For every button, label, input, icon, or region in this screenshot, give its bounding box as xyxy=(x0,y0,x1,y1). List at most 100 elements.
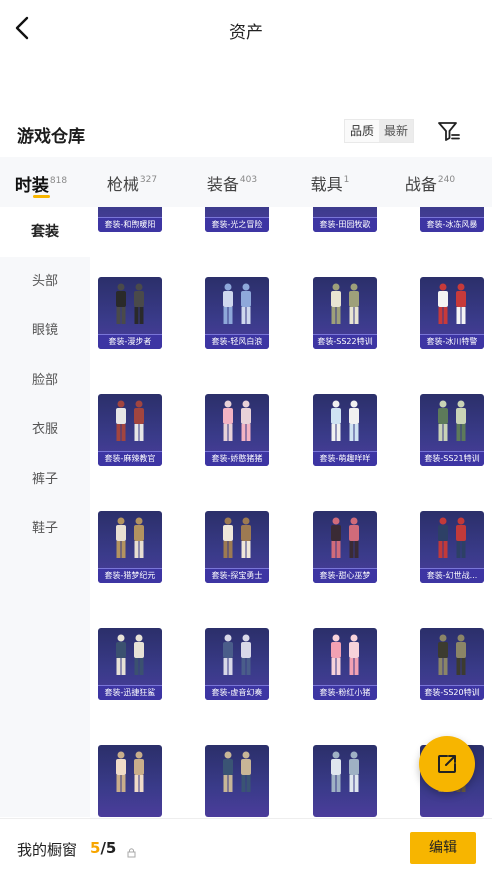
item-card[interactable]: 套装-冰冻风暴 xyxy=(420,207,484,232)
sort-latest[interactable]: 最新 xyxy=(379,120,414,142)
item-card-label: 套装-幻世战... xyxy=(420,568,484,583)
showcase-count: 5/5 xyxy=(90,839,116,857)
tab-label: 枪械 xyxy=(106,175,139,194)
item-card[interactable]: 套装-迅捷狂鲨 xyxy=(98,628,162,700)
item-grid[interactable]: 套装-和煦暖阳 套装-光之冒险 套装-田园牧歌 套装-冰冻风暴套装-漫步者 套装-轻风白… xyxy=(90,207,492,817)
outfit-figure xyxy=(223,751,251,792)
item-card[interactable]: 套装-甜心巫梦 xyxy=(313,511,377,583)
outfit-figure xyxy=(116,517,144,558)
item-card-label: 套装-猎梦纪元 xyxy=(98,568,162,583)
page-title: 资产 xyxy=(229,23,263,43)
filter-icon[interactable] xyxy=(436,118,462,144)
outfit-figure xyxy=(217,207,257,214)
item-card-label: 套装-虚音幻奏 xyxy=(205,685,269,700)
item-card-label: 套装-漫步者 xyxy=(98,334,162,349)
edit-button[interactable]: 编辑 xyxy=(410,832,476,864)
item-card[interactable]: 套装-冰川特警 xyxy=(420,277,484,349)
item-card[interactable]: 套装-虚音幻奏 xyxy=(205,628,269,700)
item-card[interactable]: 套装-娇憨猪猪 xyxy=(205,394,269,466)
item-card-label: 套装-萌趣咩咩 xyxy=(313,451,377,466)
item-card-label: 套装-粉红小猪 xyxy=(313,685,377,700)
item-card-label: 套装-甜心巫梦 xyxy=(313,568,377,583)
item-card-label: 套装-麻辣教官 xyxy=(98,451,162,466)
tab-label: 载具 xyxy=(310,175,343,194)
item-card-label: 套装-光之冒险 xyxy=(205,217,269,232)
tab-count: 1 xyxy=(343,175,350,185)
share-button[interactable] xyxy=(419,736,475,792)
outfit-figure xyxy=(116,283,144,324)
item-card-label: 套装-冰冻风暴 xyxy=(420,217,484,232)
item-card[interactable]: 套装-SS21特训 xyxy=(420,394,484,466)
tab-label: 战备 xyxy=(404,175,437,194)
item-card-label: 套装-SS21特训 xyxy=(420,451,484,466)
warehouse-title: 游戏仓库 xyxy=(17,127,85,147)
outfit-figure xyxy=(438,634,466,675)
tab-guns[interactable]: 枪械327 xyxy=(82,157,182,207)
item-card[interactable]: 套装-探宝勇士 xyxy=(205,511,269,583)
outfit-figure xyxy=(116,400,144,441)
item-card[interactable]: 套装-光之冒险 xyxy=(205,207,269,232)
item-card-label: 套装-冰川特警 xyxy=(420,334,484,349)
tab-label: 时装 xyxy=(14,176,49,196)
tab-count: 240 xyxy=(437,175,456,185)
tab-active-indicator xyxy=(33,195,50,198)
assets-page: 资产 游戏仓库 品质 最新 时装818 枪械327 装备403 载具1 战备24… xyxy=(0,0,492,876)
item-card[interactable] xyxy=(313,745,377,817)
item-card[interactable]: 套装-幻世战... xyxy=(420,511,484,583)
item-card[interactable]: 套装-麻辣教官 xyxy=(98,394,162,466)
item-card[interactable] xyxy=(205,745,269,817)
item-card[interactable]: 套装-田园牧歌 xyxy=(313,207,377,232)
outfit-figure xyxy=(432,207,472,214)
category-tabs: 时装818 枪械327 装备403 载具1 战备240 xyxy=(0,157,492,207)
sidebar-item-clothes[interactable]: 衣服 xyxy=(0,405,90,455)
item-card[interactable]: 套装-轻风白浪 xyxy=(205,277,269,349)
item-card[interactable]: 套装-粉红小猪 xyxy=(313,628,377,700)
share-external-icon xyxy=(438,755,456,773)
sort-quality[interactable]: 品质 xyxy=(345,120,379,142)
item-card-label: 套装-迅捷狂鲨 xyxy=(98,685,162,700)
sidebar-item-head[interactable]: 头部 xyxy=(0,257,90,307)
outfit-figure xyxy=(438,400,466,441)
item-card-label: 套装-轻风白浪 xyxy=(205,334,269,349)
outfit-figure xyxy=(223,400,251,441)
item-card[interactable]: 套装-萌趣咩咩 xyxy=(313,394,377,466)
outfit-figure xyxy=(223,517,251,558)
item-card[interactable]: 套装-猎梦纪元 xyxy=(98,511,162,583)
item-card[interactable]: 套装-漫步者 xyxy=(98,277,162,349)
showcase-total: 5 xyxy=(105,839,117,857)
top-bar: 资产 xyxy=(0,0,492,58)
tab-count: 403 xyxy=(239,175,258,185)
tab-vehicles[interactable]: 载具1 xyxy=(282,157,378,207)
tab-fashion[interactable]: 时装818 xyxy=(0,157,82,207)
outfit-figure xyxy=(325,207,365,214)
outfit-figure xyxy=(223,283,251,324)
showcase-label: 我的橱窗 xyxy=(17,841,78,859)
sidebar-item-glasses[interactable]: 眼镜 xyxy=(0,306,90,356)
item-card[interactable]: 套装-SS20特训 xyxy=(420,628,484,700)
sidebar-item-pants[interactable]: 裤子 xyxy=(0,455,90,505)
item-card[interactable]: 套装-SS22特训 xyxy=(313,277,377,349)
outfit-figure xyxy=(116,751,144,792)
outfit-figure xyxy=(331,634,359,675)
tab-count: 818 xyxy=(49,176,68,186)
sidebar-item-shoes[interactable]: 鞋子 xyxy=(0,504,90,554)
outfit-figure xyxy=(110,207,150,214)
outfit-figure xyxy=(223,634,251,675)
item-card-label: 套装-SS20特训 xyxy=(420,685,484,700)
item-card[interactable]: 套装-和煦暖阳 xyxy=(98,207,162,232)
item-card-label: 套装-探宝勇士 xyxy=(205,568,269,583)
showcase-footer: 我的橱窗 5/5 编辑 xyxy=(0,818,492,876)
sidebar-item-suits[interactable]: 套装 xyxy=(0,207,90,257)
tab-equipment[interactable]: 装备403 xyxy=(182,157,282,207)
outfit-figure xyxy=(116,634,144,675)
sort-toggle: 品质 最新 xyxy=(344,119,415,143)
tab-label: 装备 xyxy=(206,175,239,194)
tab-supplies[interactable]: 战备240 xyxy=(378,157,482,207)
outfit-figure xyxy=(438,283,466,324)
item-card[interactable] xyxy=(98,745,162,817)
item-card-label: 套装-和煦暖阳 xyxy=(98,217,162,232)
outfit-figure xyxy=(331,400,359,441)
outfit-figure xyxy=(331,283,359,324)
sidebar-item-face[interactable]: 脸部 xyxy=(0,356,90,406)
outfit-figure xyxy=(331,517,359,558)
